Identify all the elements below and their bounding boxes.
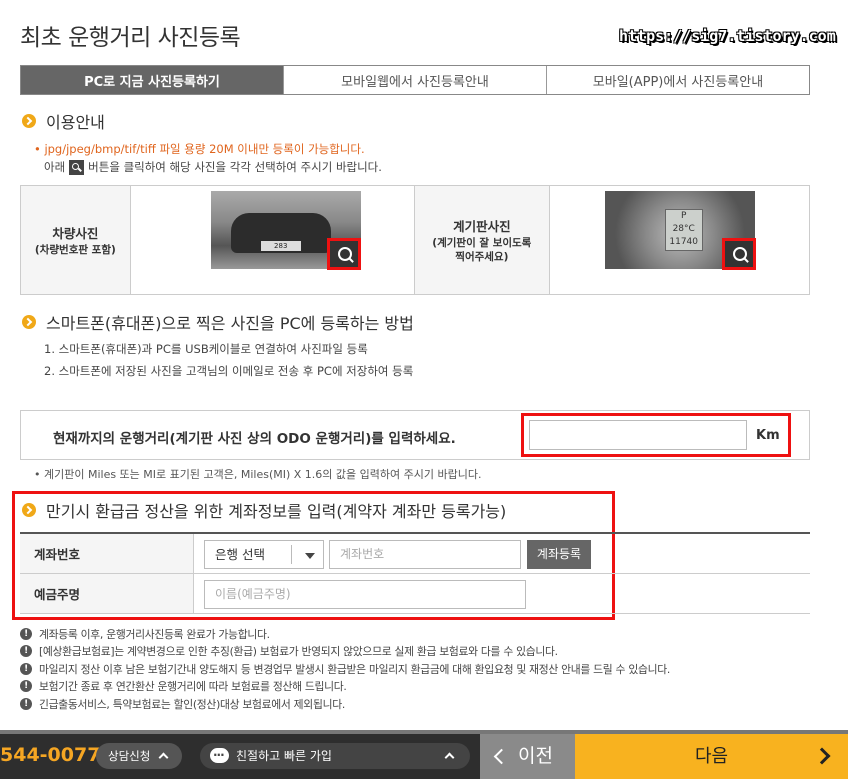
car-photo-label: 차량사진 (차량번호판 포함)	[21, 186, 131, 294]
notice-item: ! [예상환급보험료]는 계약변경으로 인한 추징(환급) 보험료가 반영되지 않…	[20, 643, 670, 661]
account-form: 계좌번호 은행 선택 계좌번호 계좌등록 예금주명 이름(예금주명)	[20, 532, 810, 614]
notice-item: ! 계좌등록 이후, 운행거리사진등록 완료가 가능합니다.	[20, 625, 670, 643]
usage-section-title: 이용안내	[22, 109, 105, 133]
caret-down-icon	[305, 553, 315, 559]
tab-bar: PC로 지금 사진등록하기 모바일웹에서 사진등록안내 모바일(APP)에서 사…	[20, 65, 810, 95]
prev-button[interactable]: 이전	[480, 734, 575, 779]
account-holder-label: 예금주명	[20, 574, 194, 613]
exclamation-icon: !	[20, 645, 32, 658]
notice-item: ! 마일리지 정산 이후 남은 보험기간내 양도해지 등 변경업무 발생시 환급받…	[20, 660, 670, 678]
file-format-note: • jpg/jpeg/bmp/tif/tiff 파일 용량 20M 이내만 등록…	[34, 142, 365, 156]
chevron-right-icon	[813, 747, 831, 765]
notice-item: ! 긴급출동서비스, 특약보험료는 할인(정산)대상 보험료에서 제외됩니다.	[20, 695, 670, 713]
photo-upload-panel: 차량사진 (차량번호판 포함) 283 계기판사진 (계기판이 잘 보이도록 찍…	[20, 185, 810, 295]
smartphone-section-title: 스마트폰(휴대폰)으로 찍은 사진을 PC에 등록하는 방법	[22, 310, 414, 334]
chevron-circle-icon	[22, 503, 36, 517]
chevron-up-icon	[444, 752, 455, 763]
account-holder-input[interactable]: 이름(예금주명)	[204, 580, 526, 609]
register-account-button[interactable]: 계좌등록	[527, 540, 591, 569]
car-plate: 283	[260, 241, 301, 251]
page-title: 최초 운행거리 사진등록	[20, 25, 241, 51]
account-section-title: 만기시 환급금 정산을 위한 계좌정보를 입력(계약자 계좌만 등록가능)	[22, 498, 506, 522]
smartphone-step-1: 1. 스마트폰(휴대폰)과 PC를 USB케이블로 연결하여 사진파일 등록	[44, 342, 368, 356]
exclamation-icon: !	[20, 697, 32, 710]
click-instruction-note: 아래 버튼을 클릭하여 해당 사진을 각각 선택하여 주시기 바랍니다.	[44, 159, 382, 175]
exclamation-icon: !	[20, 627, 32, 640]
search-icon	[69, 159, 85, 175]
tab-mobile-web-guide[interactable]: 모바일웹에서 사진등록안내	[283, 66, 546, 94]
bank-select[interactable]: 은행 선택	[204, 540, 324, 569]
odometer-display: P 28°C 11740	[664, 209, 703, 251]
account-number-row: 계좌번호 은행 선택 계좌번호 계좌등록	[20, 534, 810, 574]
watermark: https://sig7.tistory.com	[619, 27, 836, 45]
account-number-label: 계좌번호	[20, 534, 194, 573]
tab-mobile-app-guide[interactable]: 모바일(APP)에서 사진등록안내	[546, 66, 809, 94]
miles-conversion-note: • 계기판이 Miles 또는 MI로 표기된 고객은, Miles(MI) X…	[34, 468, 482, 481]
chevron-up-icon	[158, 752, 169, 763]
dashboard-photo-cell: P 28°C 11740	[550, 186, 809, 294]
notice-list: ! 계좌등록 이후, 운행거리사진등록 완료가 가능합니다. ! [예상환급보험료]…	[20, 625, 670, 713]
quick-join-button[interactable]: 친절하고 빠른 가입	[200, 742, 470, 769]
smartphone-step-2: 2. 스마트폰에 저장된 사진을 고객님의 이메일로 전송 후 PC에 저장하여…	[44, 364, 414, 378]
account-holder-row: 예금주명 이름(예금주명)	[20, 574, 810, 614]
tab-pc-upload[interactable]: PC로 지금 사진등록하기	[21, 66, 283, 94]
dashboard-photo-label: 계기판사진 (계기판이 잘 보이도록 찍어주세요)	[414, 186, 550, 294]
chevron-circle-icon	[22, 315, 36, 329]
chevron-left-icon	[493, 748, 510, 765]
exclamation-icon: !	[20, 680, 32, 693]
phone-number[interactable]: 544-0077	[0, 744, 100, 766]
chevron-circle-icon	[22, 114, 36, 128]
car-photo-search-button[interactable]	[326, 238, 361, 270]
bottom-action-bar: 544-0077 상담신청 친절하고 빠른 가입 이전 다음	[0, 730, 848, 779]
dashboard-photo-search-button[interactable]	[721, 238, 756, 270]
consult-request-button[interactable]: 상담신청	[96, 743, 182, 769]
next-button[interactable]: 다음	[575, 734, 848, 779]
exclamation-icon: !	[20, 662, 32, 675]
notice-item: ! 보험기간 종료 후 연간환산 운행거리에 따라 보험료를 정산해 드립니다.	[20, 678, 670, 696]
mileage-input[interactable]	[529, 420, 747, 450]
chat-bubble-icon	[210, 742, 229, 768]
mileage-label: 현재까지의 운행거리(계기판 사진 상의 ODO 운행거리)를 입력하세요.	[53, 431, 456, 447]
mileage-input-panel: 현재까지의 운행거리(계기판 사진 상의 ODO 운행거리)를 입력하세요. K…	[20, 410, 810, 460]
account-number-input[interactable]: 계좌번호	[329, 540, 521, 569]
car-photo-cell: 283	[131, 186, 415, 294]
mileage-unit: Km	[756, 428, 780, 443]
